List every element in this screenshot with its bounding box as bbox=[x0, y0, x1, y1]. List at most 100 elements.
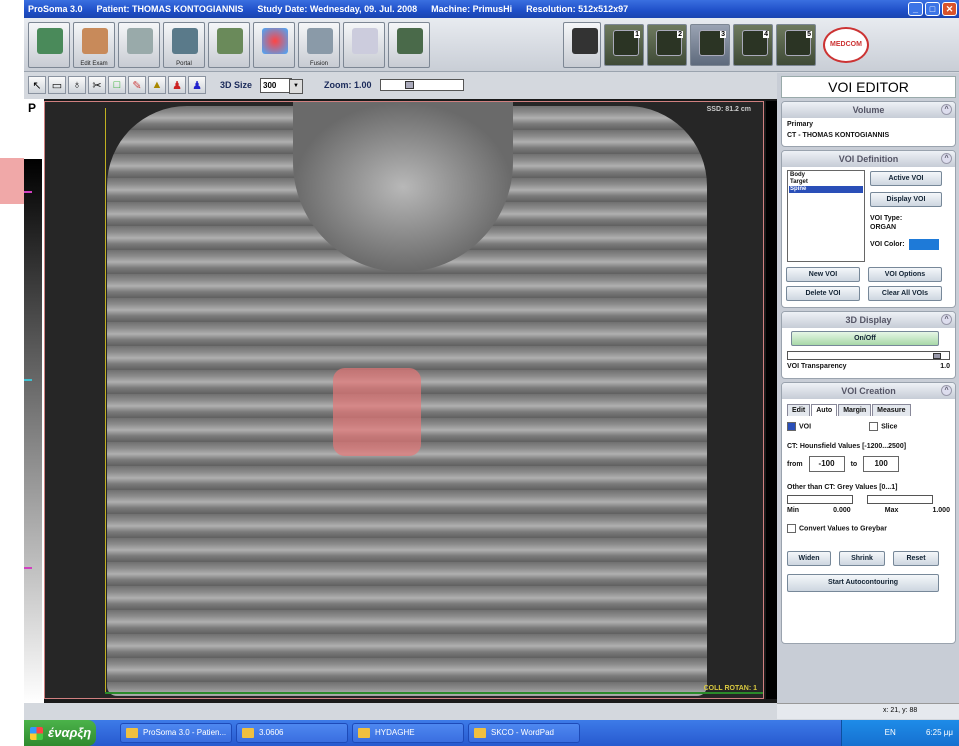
transparency-slider-knob[interactable] bbox=[933, 353, 941, 359]
collapse-icon[interactable]: ^ bbox=[941, 153, 952, 164]
system-tray: EN 6:25 μμ bbox=[841, 720, 959, 746]
slice-radio[interactable]: Slice bbox=[869, 422, 897, 431]
clear-all-vois-button[interactable]: Clear All VOIs bbox=[867, 286, 942, 301]
shrink-button[interactable]: Shrink bbox=[839, 551, 885, 566]
layout-5-button[interactable]: 5 bbox=[776, 23, 816, 66]
grey-scale-bar[interactable] bbox=[24, 159, 42, 703]
head-3d-icon bbox=[127, 27, 153, 54]
close-button[interactable]: ✕ bbox=[942, 2, 957, 16]
tray-language[interactable]: EN bbox=[885, 728, 896, 737]
mountain-icon[interactable]: ▲ bbox=[148, 76, 166, 94]
patient-name: Patient: THOMAS KONTOGIANNIS bbox=[96, 4, 244, 14]
voi-radio-label: VOI bbox=[799, 423, 812, 431]
dose-button[interactable] bbox=[253, 21, 295, 68]
voi-list[interactable]: Body Target Spine bbox=[787, 170, 865, 262]
to-input[interactable]: 100 bbox=[863, 456, 900, 472]
layout-3-button[interactable]: 3 bbox=[690, 23, 730, 66]
on-off-button[interactable]: On/Off bbox=[791, 331, 939, 346]
pointer-icon[interactable]: ↖ bbox=[28, 76, 46, 94]
start-button[interactable]: έναρξη bbox=[24, 720, 96, 746]
taskbar-item[interactable]: SKCO - WordPad bbox=[468, 723, 580, 743]
edit-exam-label: Edit Exam bbox=[80, 60, 108, 67]
collapse-icon[interactable]: ^ bbox=[941, 385, 952, 396]
layout-4-button[interactable]: 4 bbox=[733, 23, 773, 66]
square-icon[interactable]: □ bbox=[108, 76, 126, 94]
reset-button[interactable]: Reset bbox=[893, 551, 939, 566]
grey-values-label: Other than CT: Grey Values [0...1] bbox=[787, 484, 898, 491]
transparency-slider[interactable] bbox=[787, 351, 950, 360]
window-icon[interactable]: ▭ bbox=[48, 76, 66, 94]
display-voi-button[interactable]: Display VOI bbox=[870, 192, 942, 207]
3d-display-header[interactable]: 3D Display ^ bbox=[782, 312, 955, 328]
viewport-scrollbar[interactable] bbox=[766, 101, 777, 699]
tab-edit[interactable]: Edit bbox=[787, 404, 811, 416]
layout-label: 3 bbox=[720, 30, 726, 38]
convert-checkbox[interactable]: Convert Values to Greybar bbox=[787, 524, 950, 533]
main-toolbar: Edit Exam Portal Fusion 1 2 3 4 5 MEDCOM bbox=[24, 18, 959, 72]
edit-exam-button[interactable]: Edit Exam bbox=[73, 21, 115, 68]
scissors-icon bbox=[352, 27, 378, 54]
convert-checkbox-box[interactable] bbox=[787, 524, 796, 533]
save-button[interactable] bbox=[28, 21, 70, 68]
voi-radio-box[interactable] bbox=[787, 422, 796, 431]
marker-icon[interactable]: ♁ bbox=[68, 76, 86, 94]
medcom-logo: MEDCOM bbox=[823, 26, 869, 63]
delete-voi-button[interactable]: Delete VOI bbox=[786, 286, 860, 301]
taskbar-item[interactable]: 3.0606 bbox=[236, 723, 348, 743]
voi-list-item[interactable]: Target bbox=[789, 179, 863, 186]
voi-radio[interactable]: VOI bbox=[787, 422, 811, 431]
3d-viewport[interactable]: P SSD: 81.2 cm COLL ROTAN: 1 bbox=[24, 99, 777, 703]
head-3d-button[interactable] bbox=[118, 21, 160, 68]
from-input[interactable]: -100 bbox=[808, 456, 845, 472]
status-bar: x: 21, y: 88 bbox=[777, 703, 959, 719]
start-autocontouring-button[interactable]: Start Autocontouring bbox=[787, 574, 939, 592]
figure-blue-icon[interactable]: ♟ bbox=[188, 76, 206, 94]
new-voi-button[interactable]: New VOI bbox=[786, 267, 860, 282]
prosoma-window: ProSoma 3.0 Patient: THOMAS KONTOGIANNIS… bbox=[24, 0, 959, 746]
side-marker bbox=[0, 158, 24, 204]
voi-color-swatch[interactable] bbox=[908, 239, 939, 250]
scissors-button[interactable] bbox=[343, 21, 385, 68]
collapse-icon[interactable]: ^ bbox=[941, 104, 952, 115]
active-voi-button[interactable]: Active VOI bbox=[870, 171, 942, 186]
min-slider[interactable] bbox=[787, 495, 853, 504]
body-view-button[interactable] bbox=[208, 21, 250, 68]
tab-measure[interactable]: Measure bbox=[872, 404, 911, 416]
transparency-label: VOI Transparency bbox=[787, 363, 847, 370]
voi-options-button[interactable]: VOI Options bbox=[867, 267, 942, 282]
voi-list-item[interactable]: Body bbox=[789, 172, 863, 179]
portal-button[interactable]: Portal bbox=[163, 21, 205, 68]
collapse-icon[interactable]: ^ bbox=[941, 314, 952, 325]
minimize-button[interactable]: _ bbox=[908, 2, 923, 16]
maximize-button[interactable]: □ bbox=[925, 2, 940, 16]
hounsfield-label: CT: Hounsfield Values [-1200...2500] bbox=[787, 443, 907, 450]
max-slider[interactable] bbox=[867, 495, 933, 504]
layout-2-button[interactable]: 2 bbox=[647, 23, 687, 66]
voi-creation-header[interactable]: VOI Creation ^ bbox=[782, 383, 955, 399]
widen-button[interactable]: Widen bbox=[787, 551, 831, 566]
size-select[interactable]: 300 bbox=[260, 77, 304, 94]
cut-icon[interactable]: ✂ bbox=[88, 76, 106, 94]
figure-red-icon[interactable]: ♟ bbox=[168, 76, 186, 94]
ct-render[interactable]: SSD: 81.2 cm COLL ROTAN: 1 bbox=[44, 101, 764, 699]
layout-label: 1 bbox=[634, 30, 640, 38]
tab-auto[interactable]: Auto bbox=[811, 404, 838, 416]
field-edge-line bbox=[105, 108, 106, 692]
zoom-slider-knob[interactable] bbox=[404, 81, 414, 89]
monitor-button[interactable] bbox=[388, 21, 430, 68]
fusion-button[interactable]: Fusion bbox=[298, 21, 340, 68]
camera-button[interactable] bbox=[563, 21, 601, 68]
paint-icon[interactable]: ✎ bbox=[128, 76, 146, 94]
voi-definition-header[interactable]: VOI Definition ^ bbox=[782, 151, 955, 167]
monitor-icon bbox=[397, 27, 423, 54]
volume-header[interactable]: Volume ^ bbox=[782, 102, 955, 118]
tab-margin[interactable]: Margin bbox=[838, 404, 872, 416]
taskbar-item[interactable]: HYDAGHE bbox=[352, 723, 464, 743]
study-date: Study Date: Wednesday, 09. Jul. 2008 bbox=[257, 4, 418, 14]
taskbar-item[interactable]: ProSoma 3.0 - Patien... bbox=[120, 723, 232, 743]
voi-region bbox=[333, 368, 421, 456]
voi-list-item[interactable]: Spine bbox=[789, 186, 863, 193]
slice-radio-box[interactable] bbox=[869, 422, 879, 431]
zoom-slider[interactable] bbox=[379, 79, 464, 91]
layout-1-button[interactable]: 1 bbox=[604, 23, 644, 66]
